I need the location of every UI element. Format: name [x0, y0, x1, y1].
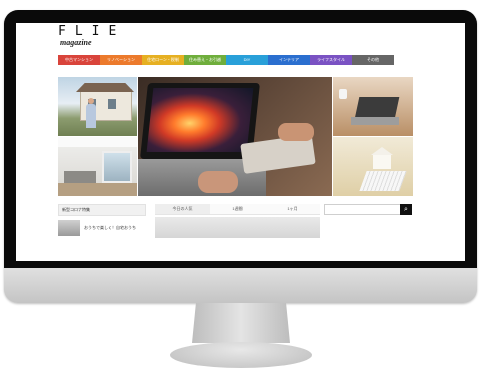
- nav-item-other[interactable]: その他: [352, 55, 394, 65]
- nav-item-used-condo[interactable]: 中古マンション: [58, 55, 100, 65]
- logo-tagline: magazine: [60, 38, 92, 47]
- article-thumbnail: [58, 220, 80, 236]
- featured-photo-workspace[interactable]: [333, 77, 413, 136]
- tab-month[interactable]: 1ヶ月: [265, 204, 320, 214]
- category-nav: 中古マンション リノベーション 住宅ローン・税制 住み替え・お引越 DIY イン…: [58, 55, 394, 65]
- ranking-tabs: 今日の人気 1週間 1ヶ月: [155, 204, 320, 215]
- search-input[interactable]: [324, 204, 400, 215]
- search-icon: ⌕: [404, 206, 408, 213]
- nav-item-moving[interactable]: 住み替え・お引越: [184, 55, 226, 65]
- search-button[interactable]: ⌕: [400, 204, 412, 215]
- monitor-chin: [4, 268, 477, 303]
- nav-item-loan-tax[interactable]: 住宅ローン・税制: [142, 55, 184, 65]
- monitor-stand-neck: [192, 303, 290, 343]
- sidebar-heading: 新型コロナ特集: [58, 204, 146, 216]
- nav-item-renovation[interactable]: リノベーション: [100, 55, 142, 65]
- article-title: おうちで楽しく！自宅おうち: [84, 225, 136, 230]
- sidebar-covid-feature: 新型コロナ特集 おうちで楽しく！自宅おうち: [58, 204, 146, 238]
- logo-text: FLIE: [58, 24, 126, 39]
- nav-item-lifestyle[interactable]: ライフスタイル: [310, 55, 352, 65]
- featured-photo-house-model[interactable]: [333, 137, 413, 196]
- tab-today[interactable]: 今日の人気: [155, 204, 210, 214]
- featured-photo-designer-laptop[interactable]: [138, 77, 332, 196]
- search-box: ⌕: [324, 204, 412, 215]
- site-logo[interactable]: FLIE magazine: [58, 25, 125, 47]
- sidebar-article-item[interactable]: おうちで楽しく！自宅おうち: [58, 220, 146, 236]
- featured-photo-house-exterior[interactable]: [58, 77, 137, 136]
- monitor-stand-base: [170, 342, 312, 368]
- nav-item-diy[interactable]: DIY: [226, 55, 268, 65]
- featured-image-grid: [58, 77, 413, 196]
- tab-week[interactable]: 1週間: [210, 204, 265, 214]
- nav-item-interior[interactable]: インテリア: [268, 55, 310, 65]
- ranking-content: [155, 217, 320, 238]
- featured-photo-interior[interactable]: [58, 137, 137, 196]
